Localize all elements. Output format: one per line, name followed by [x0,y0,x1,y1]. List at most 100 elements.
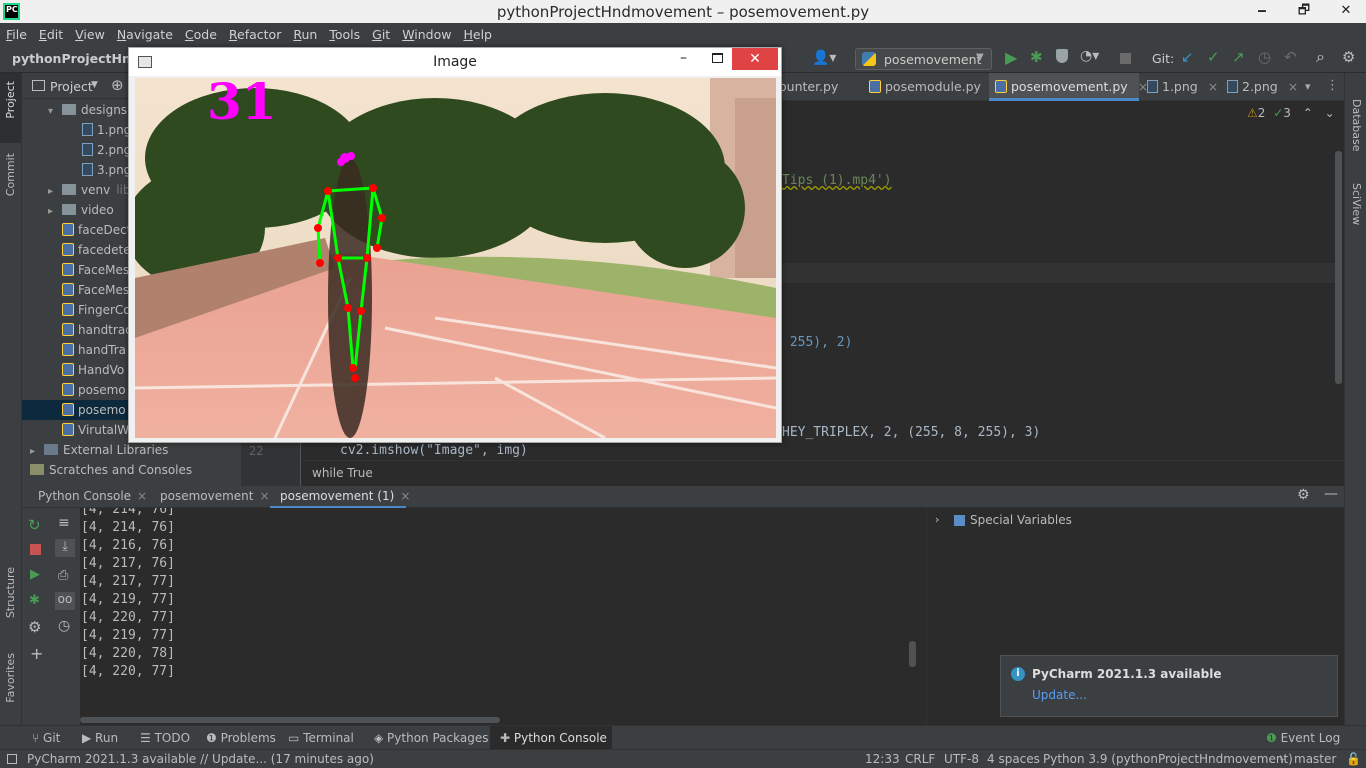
update-notification[interactable]: i PyCharm 2021.1.3 available Update... [1000,655,1338,717]
code-line-22[interactable]: cv2.imshow("Image", img) [340,443,528,458]
interpreter[interactable]: Python 3.9 (pythonProjectHndmovement) [1043,750,1293,768]
stop-icon[interactable] [1120,53,1131,64]
scroll-to-end-icon[interactable]: ⤓ [55,539,75,557]
menu-run[interactable]: Run [293,27,317,42]
project-tool-tab[interactable]: Project [0,73,21,143]
code-line-c[interactable]: HEY_TRIPLEX, 2, (255, 8, 255), 3) [782,425,1040,440]
image-window[interactable]: Image – ✕ 31 [128,47,782,443]
image-close-button[interactable]: ✕ [732,48,778,70]
tab-posemovement-1[interactable]: posemovement (1) × [270,486,410,508]
minimize-button[interactable]: 🗕 [1242,0,1282,23]
tool-problems[interactable]: ❶ Problems [204,726,276,750]
stop-icon[interactable] [30,544,41,555]
menu-tools[interactable]: Tools [329,27,360,42]
panel-toggle-icon[interactable] [7,754,17,764]
tab-2-png[interactable]: 2.png × [1223,73,1298,101]
tool-git[interactable]: ⑂ Git [30,726,60,750]
menu-view[interactable]: View [75,27,105,42]
settings-icon[interactable]: ⚙ [1297,487,1310,503]
settings-icon[interactable]: ⚙ [28,618,41,636]
commit-tool-label[interactable]: Commit [4,153,17,196]
lock-icon[interactable]: 🔓 [1346,750,1361,768]
code-line-b[interactable]: 255), 2) [782,335,853,350]
menu-refactor[interactable]: Refactor [229,27,281,42]
update-link[interactable]: Update... [1032,688,1087,702]
git-branch[interactable]: master [1294,750,1336,768]
tool-python-console[interactable]: ✚ Python Console [490,726,612,750]
coverage-icon[interactable] [1056,49,1068,63]
tool-todo[interactable]: ☰ TODO [138,726,190,750]
show-variables-icon[interactable]: oo [55,592,75,610]
chevron-down-icon[interactable]: ▾ [48,102,62,120]
git-update-icon[interactable]: ↙ [1181,48,1194,66]
tab-posemodule[interactable]: posemodule.py × [863,73,1001,101]
settings-icon[interactable]: ⚙ [1342,48,1355,66]
history-icon[interactable]: ◷ [1258,48,1271,66]
sciview-tool-label[interactable]: SciView [1350,183,1363,225]
tab-posemovement[interactable]: posemovement × [152,486,270,508]
chevron-right-icon[interactable]: ▸ [48,182,62,200]
structure-tool-label[interactable]: Structure [4,567,17,618]
menu-file[interactable]: File [6,27,27,42]
chevron-right-icon[interactable]: ▸ [30,442,44,460]
database-tool-label[interactable]: Database [1350,99,1363,152]
run-config-select[interactable]: posemovement ▼ [855,48,992,70]
project-panel-title[interactable]: Project [50,79,93,94]
file-encoding[interactable]: UTF-8 [944,750,979,768]
menu-edit[interactable]: Edit [39,27,63,42]
soft-wrap-icon[interactable]: ≡ [58,515,70,531]
status-message[interactable]: PyCharm 2021.1.3 available // Update... … [27,750,374,768]
user-icon[interactable]: 👤▾ [812,50,836,66]
close-button[interactable]: ✕ [1326,0,1366,23]
close-icon[interactable]: × [1288,79,1298,94]
chevron-down-icon[interactable]: ⌄ [1325,106,1335,120]
editor-scrollbar[interactable] [1335,151,1342,384]
search-icon[interactable]: ⌕ [1316,47,1325,67]
breadcrumb[interactable]: while True [312,466,373,480]
history-icon[interactable]: ◷ [58,618,70,634]
menu-window[interactable]: Window [402,27,451,42]
special-variables-label[interactable]: Special Variables [970,513,1072,527]
rerun-icon[interactable]: ↻ [28,516,41,534]
chevron-up-icon[interactable]: ⌃ [1303,106,1313,120]
chevron-right-icon[interactable]: ▸ [48,202,62,220]
profile-icon[interactable]: ◔▾ [1080,48,1099,64]
print-icon[interactable]: ⎙ [58,568,68,583]
more-tabs-icon[interactable]: ▾ [1305,80,1311,93]
tree-item[interactable]: Scratches and Consoles [22,460,241,480]
console-vscrollbar[interactable] [909,641,916,667]
favorites-tool-label[interactable]: Favorites [4,653,17,703]
inspection-widget[interactable]: ⚠2 ✓3 ⌃ ⌄ [1247,106,1335,120]
code-line-a[interactable]: Tips (1).mp4') [782,173,892,188]
menu-git[interactable]: Git [372,27,390,42]
menu-code[interactable]: Code [185,27,217,42]
close-icon[interactable]: × [400,489,410,503]
image-window-titlebar[interactable]: Image – ✕ [129,48,781,76]
minimize-icon[interactable]: – [680,50,687,66]
menu-navigate[interactable]: Navigate [117,27,173,42]
caret-position[interactable]: 12:33 [865,750,900,768]
debug-icon[interactable]: ✱ [29,593,40,608]
tab-1-png[interactable]: 1.png × [1143,73,1221,101]
tool-run[interactable]: ▶ Run [80,726,118,750]
tree-item[interactable]: ▸ External Libraries [22,440,241,460]
git-push-icon[interactable]: ↗ [1232,48,1245,66]
chevron-right-icon[interactable]: › [935,513,939,526]
menu-help[interactable]: Help [463,27,492,42]
indent-setting[interactable]: 4 spaces [987,750,1040,768]
run-icon[interactable]: ▶ [1005,48,1017,67]
git-commit-icon[interactable]: ✓ [1207,48,1220,66]
chevron-down-icon[interactable]: ▼ [91,80,98,90]
line-separator[interactable]: CRLF [905,750,935,768]
debug-icon[interactable]: ✱ [1030,48,1043,66]
tool-event-log[interactable]: ❶ Event Log [1266,726,1340,750]
close-icon[interactable]: × [260,489,270,503]
restore-button[interactable]: 🗗 [1284,0,1324,23]
console-output[interactable]: [4, 214, 76] [4, 214, 76] [4, 216, 76] [4, … [80,508,918,725]
run-icon[interactable]: ▶ [30,567,40,582]
tab-python-console[interactable]: Python Console × [30,486,150,508]
tab-counter[interactable]: ounter.py [779,73,863,101]
add-icon[interactable]: + [30,644,43,663]
tool-terminal[interactable]: ▭ Terminal [286,726,354,750]
close-icon[interactable]: × [1208,79,1218,94]
